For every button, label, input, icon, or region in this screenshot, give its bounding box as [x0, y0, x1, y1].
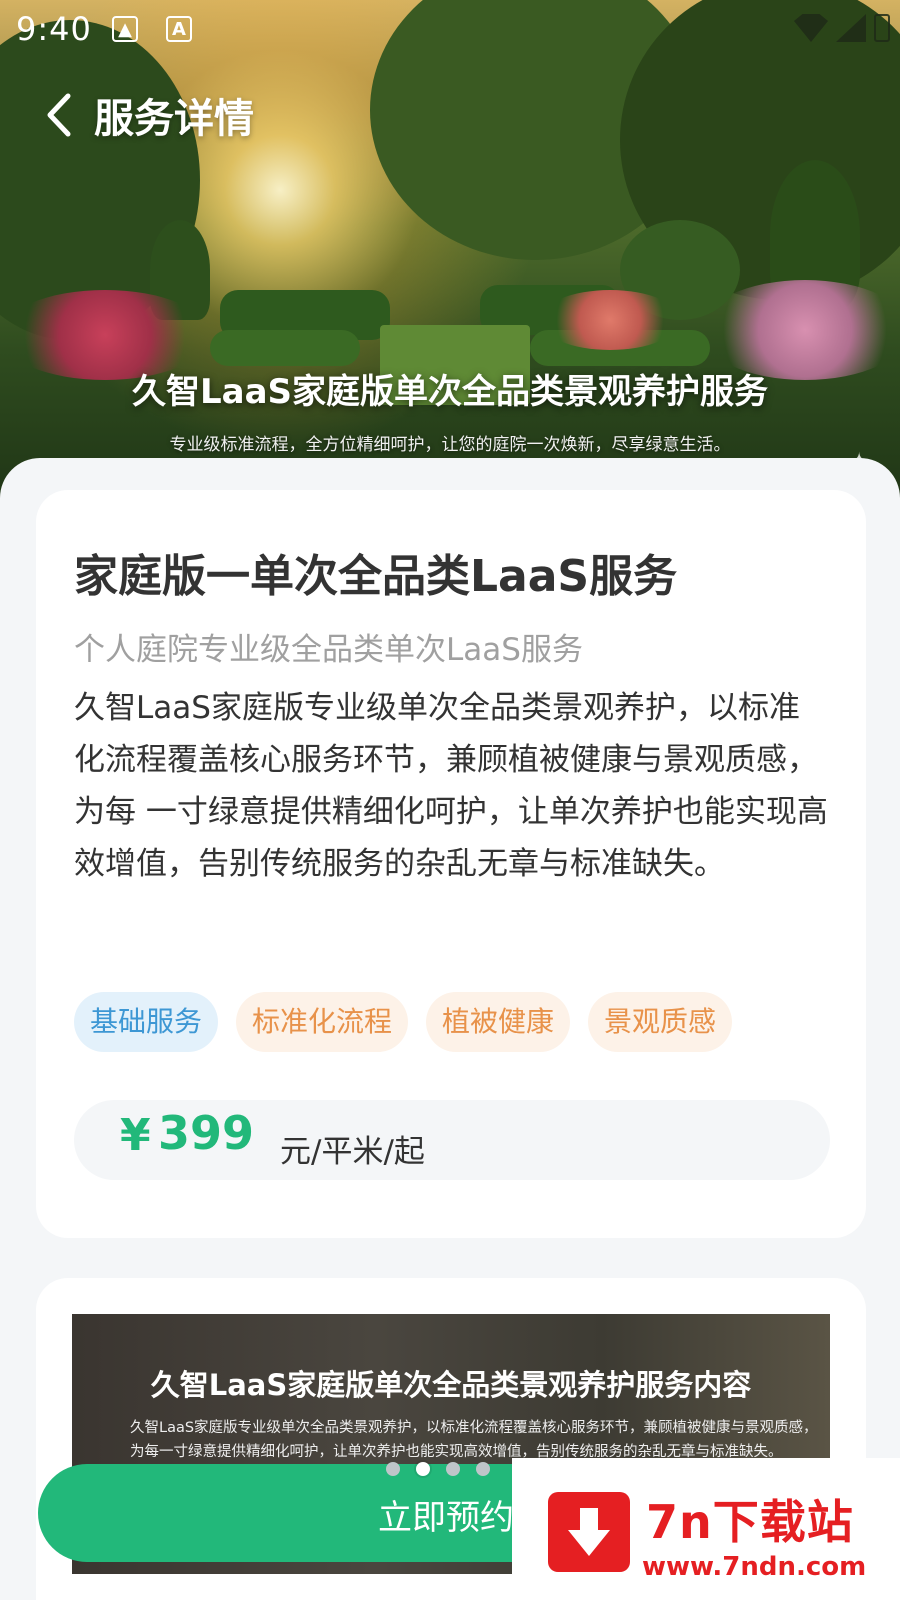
carousel-dots: [386, 1462, 490, 1476]
status-bar: 9:40 ▲ A: [0, 0, 900, 60]
carousel-dot[interactable]: [446, 1462, 460, 1476]
tag-chip: 标准化流程: [236, 992, 409, 1052]
service-title: 家庭版一单次全品类LaaS服务: [74, 551, 678, 602]
signal-icon: [836, 14, 866, 42]
tag-chip: 植被健康: [426, 992, 571, 1052]
status-time: 9:40: [16, 10, 92, 48]
a-icon: A: [166, 16, 192, 42]
carousel-dot[interactable]: [386, 1462, 400, 1476]
watermark-url: www.7ndn.com: [642, 1552, 867, 1582]
tag-chip: 景观质感: [588, 992, 733, 1052]
service-subtitle: 个人庭院专业级全品类单次LaaS服务: [74, 632, 583, 668]
watermark-title: 7n下载站: [646, 1495, 854, 1549]
hero-title: 久智LaaS家庭版单次全品类景观养护服务: [131, 372, 769, 412]
book-now-label: 立即预约: [378, 1498, 514, 1538]
banner-title: 久智LaaS家庭版单次全品类景观养护服务内容: [150, 1368, 752, 1402]
nav-bar: 服务详情: [40, 86, 254, 144]
hedge-shape: [210, 330, 360, 366]
banner-text-line: 久智LaaS家庭版专业级单次全品类景观养护，以标准化流程覆盖核心服务环节，兼顾植…: [130, 1420, 818, 1436]
hero-banner: 9:40 ▲ A 服务详情 久智LaaS家庭版单次全品类景观养护服务 专业级标准…: [0, 0, 900, 500]
flower-bed: [540, 290, 680, 350]
carousel-dot[interactable]: [476, 1462, 490, 1476]
service-card: 家庭版一单次全品类LaaS服务 个人庭院专业级全品类单次LaaS服务 久智Laa…: [36, 490, 866, 1238]
service-description: 久智LaaS家庭版专业级单次全品类景观养护，以标准化流程覆盖核心服务环节，兼顾植…: [74, 690, 828, 882]
system-icons: [794, 14, 890, 42]
wifi-icon: [794, 14, 828, 42]
download-arrow-icon: [548, 1492, 630, 1572]
price-box: ¥ 399 元/平米/起: [74, 1100, 830, 1180]
watermark: 7n下载站 www.7ndn.com: [512, 1458, 900, 1600]
tag-list: 基础服务 标准化流程 植被健康 景观质感: [74, 992, 733, 1052]
image-icon: ▲: [112, 16, 138, 42]
battery-icon: [874, 14, 890, 42]
price-value: 399: [158, 1106, 255, 1160]
chevron-left-icon[interactable]: [40, 90, 80, 140]
hero-subtitle: 专业级标准流程，全方位精细呵护，让您的庭院一次焕新，尽享绿意生活。: [169, 435, 731, 455]
page-title: 服务详情: [94, 96, 254, 142]
price-unit: 元/平米/起: [280, 1134, 425, 1170]
carousel-dot-active[interactable]: [416, 1462, 430, 1476]
currency-symbol: ¥: [120, 1110, 151, 1161]
tag-chip: 基础服务: [74, 992, 219, 1052]
